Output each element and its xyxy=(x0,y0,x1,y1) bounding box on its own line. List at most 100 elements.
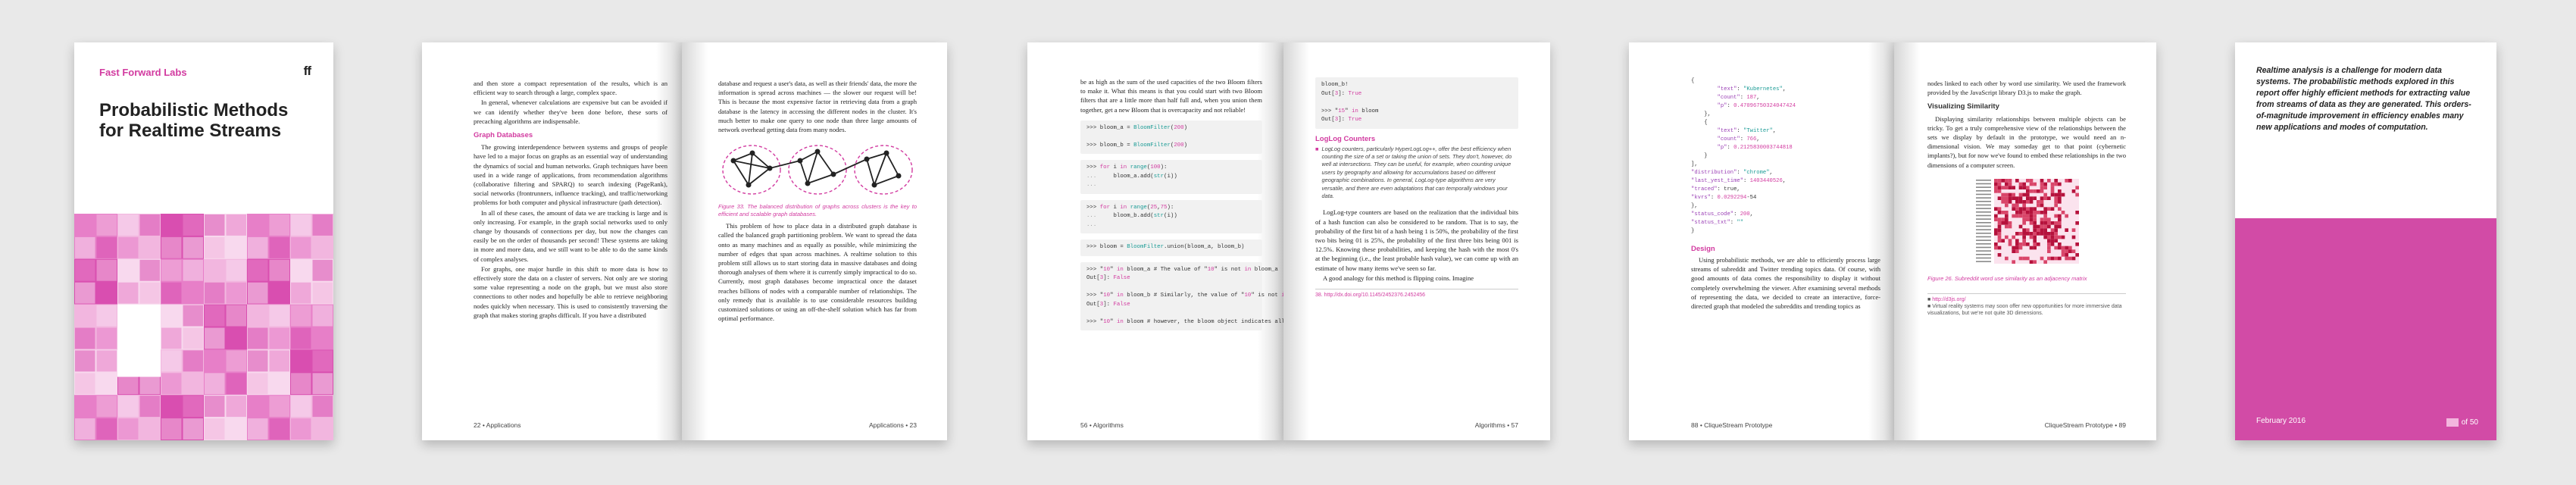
matrix-cell xyxy=(2033,221,2037,225)
cover-pattern-cell xyxy=(75,327,95,349)
cover-pattern-cell xyxy=(161,327,182,349)
matrix-cell xyxy=(2012,246,2015,250)
matrix-cell xyxy=(2047,256,2051,261)
matrix-cell xyxy=(2043,224,2047,229)
cover-pattern-cell xyxy=(183,282,203,304)
cover-pattern-cell xyxy=(139,259,160,281)
cover-page[interactable]: Fast Forward Labs ff Probabilistic Metho… xyxy=(74,42,333,440)
matrix-cell xyxy=(2058,224,2062,229)
ff-mark-icon xyxy=(2446,418,2459,427)
spread3-right-page[interactable]: nodes linked to each other by word use s… xyxy=(1894,42,2156,440)
matrix-cell xyxy=(2065,252,2068,257)
matrix-cell xyxy=(2037,228,2040,232)
json-line: "text": "Kubernetes", xyxy=(1717,86,1787,92)
matrix-cell xyxy=(1997,224,2002,229)
matrix-cell xyxy=(2075,186,2079,189)
cover-pattern-cell xyxy=(248,350,268,372)
cover-pattern-cell xyxy=(269,282,289,304)
json-line: { xyxy=(1691,78,1695,84)
matrix-cell xyxy=(2040,228,2044,232)
matrix-cell xyxy=(2043,221,2047,225)
matrix-row-label xyxy=(1976,204,1991,206)
spread1-right-page[interactable]: database and request a user's data, as w… xyxy=(682,42,947,440)
cover-pattern-cell xyxy=(139,282,160,304)
matrix-cell xyxy=(2058,246,2062,250)
matrix-cell xyxy=(1997,207,2002,211)
footnote-link[interactable]: http://d3js.org/ xyxy=(1932,297,1965,302)
matrix-cell xyxy=(2033,246,2037,250)
cover-pattern-cell xyxy=(96,327,117,349)
matrix-cell xyxy=(2058,199,2062,204)
matrix-cell xyxy=(1994,228,1998,232)
page-folio: Applications • 23 xyxy=(869,421,917,429)
cover-pattern-cell xyxy=(118,418,139,440)
code-line: ... xyxy=(1086,221,1097,228)
matrix-cell xyxy=(2008,182,2012,186)
matrix-cell xyxy=(2033,242,2037,246)
matrix-row-label xyxy=(1976,242,1991,245)
matrix-cell xyxy=(2061,235,2065,239)
matrix-cell xyxy=(2022,207,2026,211)
spread3-left-page[interactable]: { "text": "Kubernetes", "count": 187, "p… xyxy=(1629,42,1894,440)
matrix-cell xyxy=(2005,256,2009,261)
spread1-left-page[interactable]: and then store a compact representation … xyxy=(422,42,682,440)
matrix-cell xyxy=(2068,249,2072,253)
matrix-cell xyxy=(2012,214,2015,218)
matrix-cell xyxy=(2050,207,2055,211)
paragraph: LogLog-type counters are based on the re… xyxy=(1315,208,1518,272)
cover-pattern-cell xyxy=(96,305,117,327)
json-line: "distribution": "chrome", xyxy=(1691,170,1773,176)
matrix-cell xyxy=(2026,189,2030,193)
footnote-text: Virtual reality systems may soon offer n… xyxy=(1927,303,2122,316)
matrix-cell xyxy=(2008,242,2012,246)
matrix-cell xyxy=(2043,228,2047,232)
matrix-cell xyxy=(2043,260,2047,264)
matrix-cell xyxy=(2022,239,2026,242)
footnote-link[interactable]: 38. http://dx.doi.org/10.1145/2452376.24… xyxy=(1315,293,1425,298)
code-line: ... bloom_a.add(str(i)) xyxy=(1086,173,1177,180)
cover-pattern-cell xyxy=(183,236,203,258)
matrix-cell xyxy=(2040,224,2044,229)
cover-pattern-cell xyxy=(161,282,182,304)
matrix-cell xyxy=(2054,246,2058,250)
code-line: >>> for i in range(25,75): xyxy=(1086,204,1174,211)
cover-pattern-cell xyxy=(248,282,268,304)
matrix-cell xyxy=(1994,242,1998,246)
cover-pattern-cell xyxy=(161,259,182,281)
cover-pattern xyxy=(74,214,333,440)
matrix-cell xyxy=(2026,210,2030,214)
cover-pattern-cell xyxy=(291,327,311,349)
matrix-cell xyxy=(2015,246,2019,250)
paragraph: This problem of how to place data in a d… xyxy=(718,222,917,323)
matrix-cell xyxy=(2040,189,2044,193)
code-line: Out[3]: True xyxy=(1321,117,1362,123)
matrix-cell xyxy=(2065,228,2068,232)
page-folio: 88 • CliqueStream Prototype xyxy=(1691,421,1773,429)
matrix-cell xyxy=(2018,246,2023,250)
page-folio: 22 • Applications xyxy=(474,421,521,429)
cover-pattern-cell xyxy=(139,396,160,418)
spread2-right-page[interactable]: bloom_b! Out[3]: True >>> "15" in bloom Ou… xyxy=(1283,42,1550,440)
matrix-cell xyxy=(2026,242,2030,246)
cover-pattern-cell xyxy=(248,236,268,258)
matrix-cell xyxy=(2043,210,2047,214)
matrix-cell xyxy=(2047,196,2051,200)
cover-pattern-cell xyxy=(183,327,203,349)
matrix-row-label xyxy=(1976,232,1991,234)
matrix-cell xyxy=(2047,231,2051,236)
cover-pattern-cell xyxy=(205,214,225,236)
matrix-cell xyxy=(2061,210,2065,214)
matrix-row-label xyxy=(1976,179,1991,181)
matrix-cell xyxy=(2037,203,2040,208)
code-block: >>> bloom = BloomFilter.union(bloom_a, b… xyxy=(1080,239,1262,256)
spread2-left-page[interactable]: be as high as the sum of the used capaci… xyxy=(1027,42,1283,440)
back-cover-page[interactable]: Realtime analysis is a challenge for mod… xyxy=(2235,42,2496,440)
matrix-cell xyxy=(1997,228,2002,232)
matrix-cell xyxy=(2054,192,2058,197)
section-heading-visualizing-similarity: Visualizing Similarity xyxy=(1927,102,1999,111)
cover-pattern-cell xyxy=(75,396,95,418)
cover-pattern-cell xyxy=(75,236,95,258)
matrix-cell xyxy=(2015,207,2019,211)
